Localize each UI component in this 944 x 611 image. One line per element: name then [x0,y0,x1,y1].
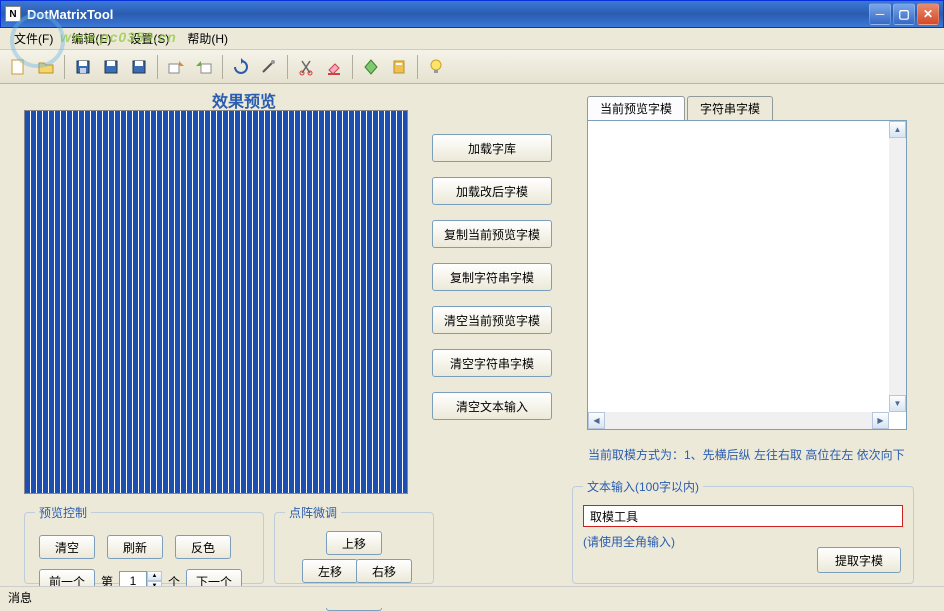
tab-current-preview[interactable]: 当前预览字模 [587,96,685,120]
tab-string[interactable]: 字符串字模 [687,96,773,120]
text-input-field[interactable] [583,505,903,527]
import-icon[interactable] [192,55,216,79]
cut-icon[interactable] [294,55,318,79]
copy-string-button[interactable]: 复制字符串字模 [432,263,552,291]
scrollbar-vertical[interactable]: ▲ ▼ [889,121,906,412]
load-modified-button[interactable]: 加载改后字模 [432,177,552,205]
about-icon[interactable] [387,55,411,79]
save2-icon[interactable] [99,55,123,79]
invert-button[interactable]: 反色 [175,535,231,559]
scroll-up-icon[interactable]: ▲ [889,121,906,138]
text-input-group: 文本输入(100字以内) (请使用全角输入) 提取字模 [572,478,914,584]
mode-description: 当前取模方式为：1、先横后纵 左往右取 高位在左 依次向下 [588,446,905,463]
erase-icon[interactable] [322,55,346,79]
spin-up-icon[interactable]: ▲ [147,571,162,581]
dotmatrix-preview[interactable] [24,110,408,494]
minimize-button[interactable]: ─ [869,3,891,25]
clear-button[interactable]: 清空 [39,535,95,559]
menu-help[interactable]: 帮助(H) [181,28,234,49]
refresh-button[interactable]: 刷新 [107,535,163,559]
statusbar: 消息 [0,586,944,608]
load-font-button[interactable]: 加载字库 [432,134,552,162]
move-up-button[interactable]: 上移 [326,531,382,555]
scroll-right-icon[interactable]: ▶ [872,412,889,429]
scrollbar-horizontal[interactable]: ◀ ▶ [588,412,889,429]
close-button[interactable]: ✕ [917,3,939,25]
save-icon[interactable] [71,55,95,79]
clear-string-button[interactable]: 清空字符串字模 [432,349,552,377]
maximize-button[interactable]: ▢ [893,3,915,25]
micro-adjust-legend: 点阵微调 [285,504,341,521]
preview-control-group: 预览控制 清空 刷新 反色 前一个 第 ▲ ▼ 个 下一个 [24,504,264,584]
copy-current-button[interactable]: 复制当前预览字模 [432,220,552,248]
settings-icon[interactable] [257,55,281,79]
clear-text-button[interactable]: 清空文本输入 [432,392,552,420]
help-icon[interactable] [359,55,383,79]
toolbar [0,50,944,84]
scroll-down-icon[interactable]: ▼ [889,395,906,412]
micro-adjust-group: 点阵微调 上移 左移 右移 下移 [274,504,434,584]
clear-current-button[interactable]: 清空当前预览字模 [432,306,552,334]
save3-icon[interactable] [127,55,151,79]
refresh-icon[interactable] [229,55,253,79]
titlebar: N DotMatrixTool ─ ▢ ✕ [0,0,944,28]
watermark-text: www.pc0359.cn [60,29,177,45]
bulb-icon[interactable] [424,55,448,79]
move-left-button[interactable]: 左移 [302,559,358,583]
preview-title: 效果预览 [204,88,284,112]
text-input-legend: 文本输入(100字以内) [583,478,703,495]
extract-button[interactable]: 提取字模 [817,547,901,573]
scroll-left-icon[interactable]: ◀ [588,412,605,429]
preview-control-legend: 预览控制 [35,504,91,521]
export-icon[interactable] [164,55,188,79]
status-text: 消息 [8,589,32,606]
tab-content-area: ▲ ▼ ◀ ▶ [587,120,907,430]
menubar: 文件(F) 编辑(E) 设置(S) 帮助(H) www.pc0359.cn [0,28,944,50]
move-right-button[interactable]: 右移 [356,559,412,583]
watermark-logo [10,13,65,68]
window-title: DotMatrixTool [27,7,869,22]
